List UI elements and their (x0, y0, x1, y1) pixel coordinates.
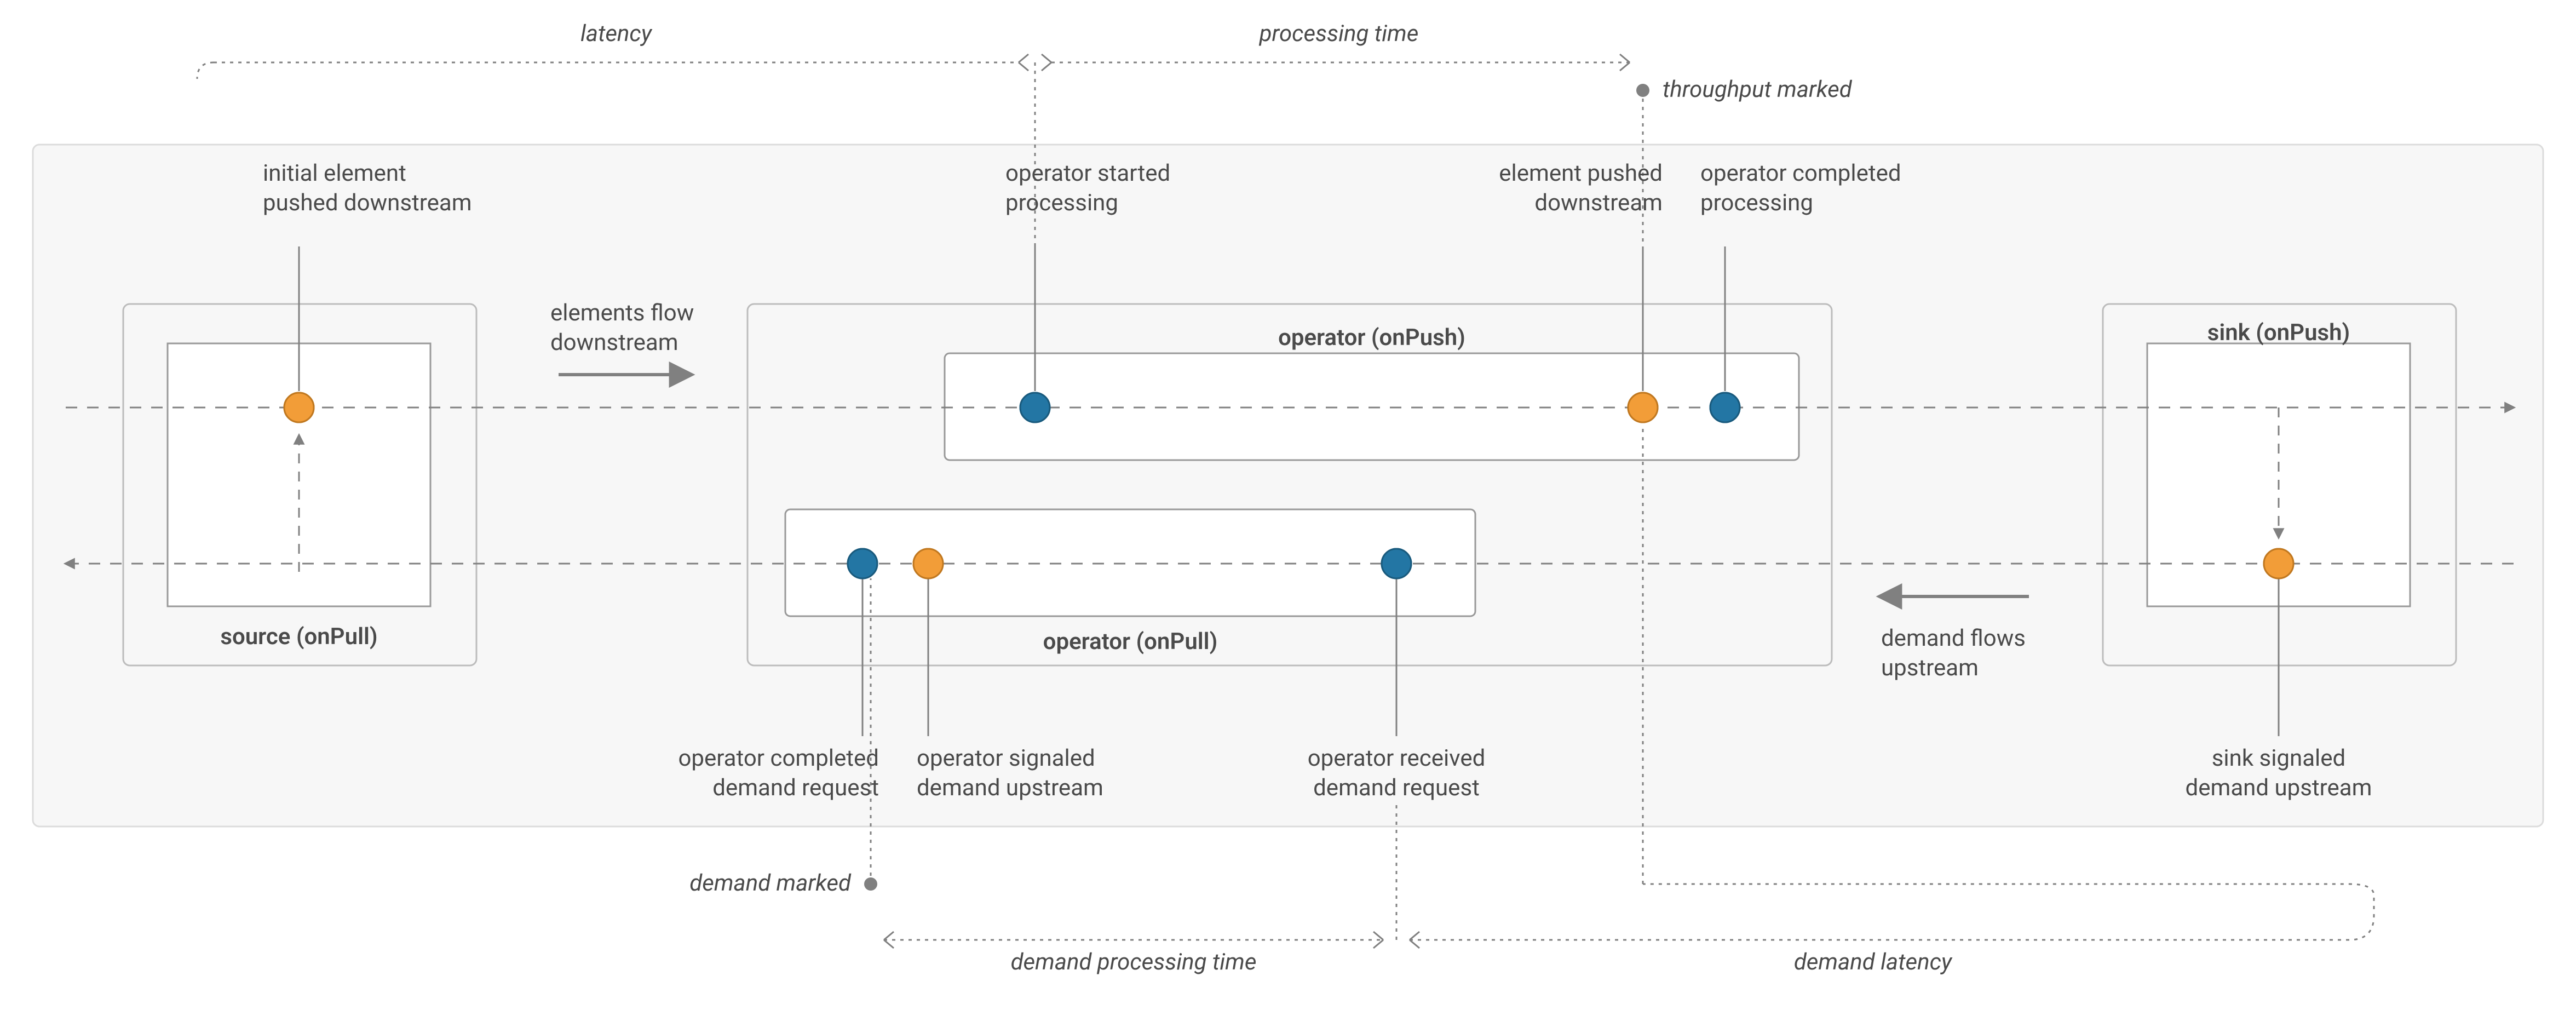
dot-overlay (2264, 549, 2293, 578)
label-initial-element2: pushed downstream (263, 190, 472, 216)
processing-time-label: processing time (1259, 20, 1419, 47)
dot-overlay (1020, 393, 1050, 422)
operator-push-label: operator (onPush) (1278, 324, 1465, 351)
latency-label: latency (580, 20, 653, 47)
demand-processing-label: demand processing time (1011, 949, 1257, 975)
dot-overlay (913, 549, 943, 578)
stream-diagram: latency processing time throughput marke… (0, 0, 2576, 1009)
l-sink-sig: sink signaled (2212, 745, 2345, 772)
throughput-marked-label: throughput marked (1663, 76, 1853, 103)
demand-latency-label: demand latency (1794, 949, 1953, 975)
dot-overlay (1710, 393, 1740, 422)
l-sink-sig2: demand upstream (2186, 774, 2372, 801)
latency-span: latency (197, 20, 1028, 79)
l-op-cdem2: demand request (712, 774, 879, 801)
label-initial-element: initial element (263, 160, 406, 187)
l-op-start: operator started (1005, 160, 1170, 187)
demand-processing-span: demand processing time (884, 932, 1383, 975)
l-op-cdem: operator completed (678, 745, 879, 772)
dot-overlay (284, 393, 314, 422)
operator-pull-label: operator (onPull) (1043, 628, 1218, 655)
l-op-complete: operator completed (1700, 160, 1901, 187)
label-demand-flows: demand flows (1881, 625, 2026, 652)
dot-overlay (1628, 393, 1658, 422)
l-op-complete2: processing (1700, 190, 1813, 216)
l-op-sigdem2: demand upstream (917, 774, 1103, 801)
label-demand-flows2: upstream (1881, 655, 1979, 681)
processing-time-span: processing time (1042, 20, 1630, 71)
dot-overlay (1382, 549, 1411, 578)
label-elements-flow: elements flow (550, 300, 694, 326)
l-op-sigdem: operator signaled (917, 745, 1095, 772)
demand-latency-span: demand latency (1410, 884, 2374, 975)
l-op-start2: processing (1005, 190, 1118, 216)
l-op-recdem: operator received (1308, 745, 1486, 772)
demand-marked-label: demand marked (689, 870, 852, 897)
l-el-pushed2: downstream (1534, 190, 1663, 216)
sink-label: sink (onPush) (2207, 319, 2350, 346)
l-op-recdem2: demand request (1313, 774, 1480, 801)
source-label: source (onPull) (220, 623, 377, 650)
l-el-pushed: element pushed (1499, 160, 1663, 187)
dot-overlay (848, 549, 877, 578)
label-elements-flow2: downstream (550, 329, 679, 356)
